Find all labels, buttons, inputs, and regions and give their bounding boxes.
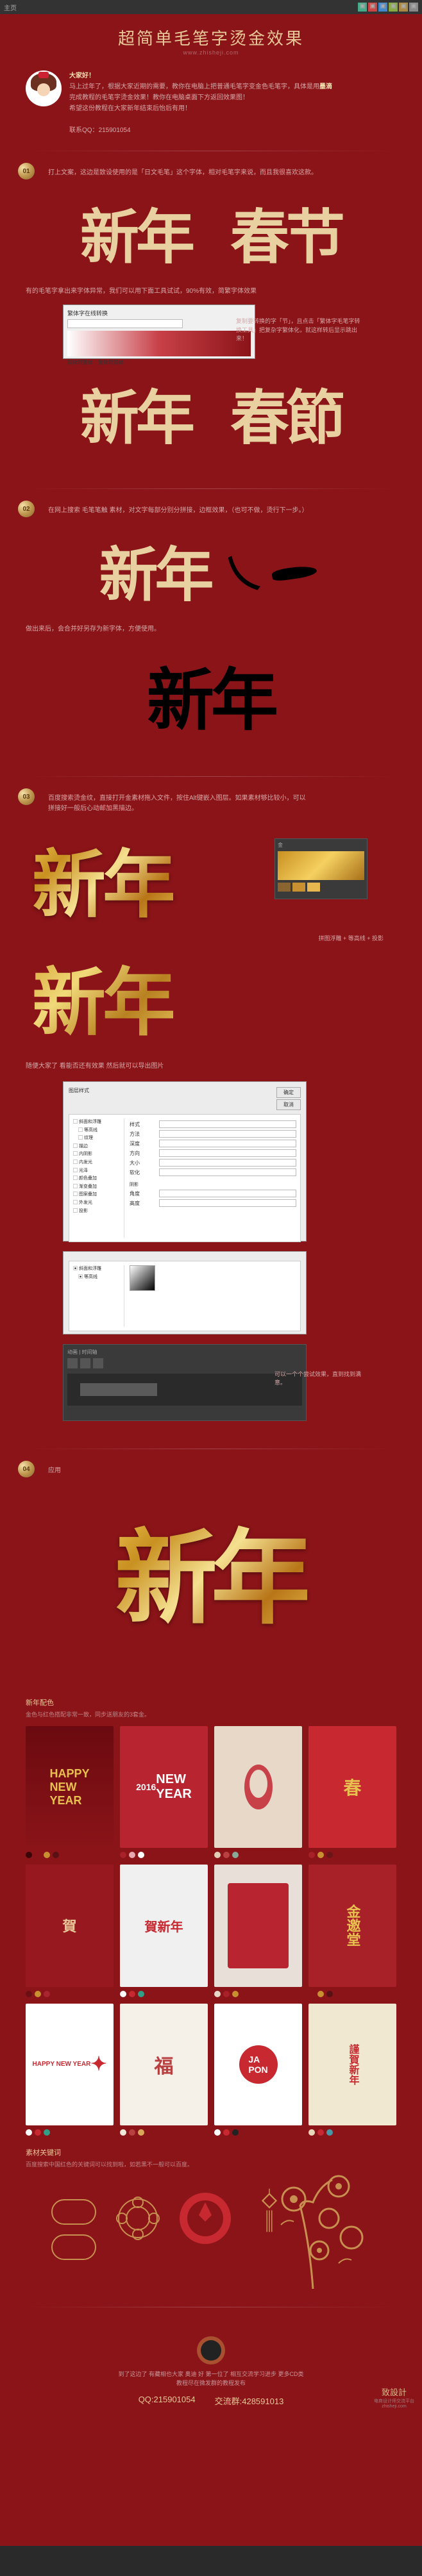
brush-text: 新年: [147, 646, 275, 744]
poster-card: 金邀堂: [308, 1865, 396, 1986]
page-title: 超简单毛笔字烫金效果: [0, 26, 422, 49]
gold-material-panel: 金: [274, 838, 367, 899]
brush-text: 春节: [230, 190, 342, 275]
poster-card: HAPPY NEW YEAR✦: [26, 2004, 114, 2125]
tutorial-page: 超简单毛笔字烫金效果 www.zhisheji.com 大家好！ 马上过年了，根…: [0, 14, 422, 2546]
asset-cloud: [51, 2199, 96, 2225]
intro-text: 大家好！ 马上过年了，根据大家近期的需要，教你在电脑上把普通毛笔字变金色毛笔字，…: [69, 71, 332, 136]
brush-text: 新年: [80, 190, 192, 275]
poster-card: [214, 1726, 302, 1848]
poster-card: JAPON: [214, 2004, 302, 2125]
brush-stroke-icon: [272, 554, 323, 586]
step-badge-01: 01: [18, 163, 35, 179]
brush-text: 新年: [80, 370, 192, 456]
screenshot-note: 复制要转换的字「节」，且点击「繁体字毛笔字转换工具」把复杂字繁体化，就这样转后显…: [236, 317, 364, 344]
asset-plant: [255, 2167, 371, 2298]
step-02: 02 在网上搜索 毛笔笔触 素材，对文字每部分别分拼接，边框效果，（也可不做，烫…: [0, 494, 422, 771]
asset-papercut: [176, 2190, 234, 2250]
greeting: 大家好！: [69, 72, 95, 79]
footer-avatar: [197, 2336, 225, 2364]
poster-card: [214, 1865, 302, 1986]
step-badge-02: 02: [18, 501, 35, 517]
poster-card: 賀新年: [120, 1865, 208, 1986]
icon-5[interactable]: ▣: [399, 3, 408, 12]
footer: 到了这边了 有藏相也大家 奥迪 好 第一位了 相互交流学习进步 更多CD类 教程…: [0, 2327, 422, 2416]
poster-card: 賀: [26, 1865, 114, 1986]
asset-cloud: [51, 2234, 96, 2260]
step-badge-03: 03: [18, 788, 35, 805]
intro-section: 大家好！ 马上过年了，根据大家近期的需要，教你在电脑上把普通毛笔字变金色毛笔字，…: [0, 61, 422, 145]
poster-card: 謹賀新年: [308, 2004, 396, 2125]
poster-card: HAPPYNEWYEAR: [26, 1726, 114, 1848]
poster-card: 春: [308, 1726, 396, 1848]
topbar-left[interactable]: 主页: [4, 3, 17, 12]
icon-2[interactable]: ▣: [368, 3, 377, 12]
step-badge-04: 04: [18, 1461, 35, 1477]
assets-section: 素材关键词 百度搜索中国红色的关键词可以找到啦，如若黑不一般可以百度。: [26, 2147, 396, 2295]
asset-flower: [112, 2193, 164, 2247]
step-01: 01 打上文案，这边是致设使用的是「日文毛笔」这个字体，相对毛笔字来说，而且我很…: [0, 156, 422, 483]
animation-panel: 动画 | 时间轴: [63, 1344, 307, 1421]
icon-6[interactable]: ▣: [409, 3, 418, 12]
page-subtitle: www.zhisheji.com: [0, 49, 422, 56]
gold-brush-text: 新年: [32, 826, 173, 932]
layer-style-dialog-2: ▣ 斜面和浮雕▣ 等高线: [63, 1251, 307, 1334]
poster-card: 福: [120, 2004, 208, 2125]
poster-card: 2016NEWYEAR: [120, 1726, 208, 1848]
topbar-icons: ▣ ▣ ▣ ▣ ▣ ▣: [358, 3, 418, 12]
step-04: 04 应用 新年: [0, 1454, 422, 1686]
icon-1[interactable]: ▣: [358, 3, 367, 12]
icon-4[interactable]: ▣: [389, 3, 398, 12]
final-gold-text: 新年: [115, 1495, 307, 1644]
layer-style-dialog: 图层样式确定取消 ▢ 斜面和浮雕▢ 等高线▢ 纹理 ▢ 描边▢ 内阴影▢ 内发光…: [63, 1081, 307, 1242]
input-field: [67, 319, 183, 328]
brush-text: 新年: [99, 528, 210, 613]
author-avatar: [26, 71, 62, 106]
header: 超简单毛笔字烫金效果 www.zhisheji.com: [0, 14, 422, 61]
converter-screenshot: 繁体字在线转换 简体转繁体繁体转简体: [63, 304, 255, 359]
showcase-title: 新年配色: [26, 1697, 396, 1708]
step-03: 03 百度搜索烫金纹，直接打开金素材拖入文件，按住Alt键嵌入图层。如果素材够比…: [0, 782, 422, 1443]
icon-3[interactable]: ▣: [378, 3, 387, 12]
poster-grid: HAPPYNEWYEAR 2016NEWYEAR 春 賀 賀新年 金邀堂 HAP…: [26, 1726, 396, 2136]
gold-brush-text-2: 新年: [32, 943, 173, 1050]
site-logo: 致設計 电商设计师交流平台 zhisheji.com: [374, 2386, 414, 2409]
showcase-section: 新年配色 金色与红色搭配非常一致，同步送朋友的3套金。 HAPPYNEWYEAR…: [26, 1697, 396, 2136]
top-toolbar: 主页 ▣ ▣ ▣ ▣ ▣ ▣: [0, 0, 422, 14]
brush-text: 春節: [230, 370, 342, 456]
